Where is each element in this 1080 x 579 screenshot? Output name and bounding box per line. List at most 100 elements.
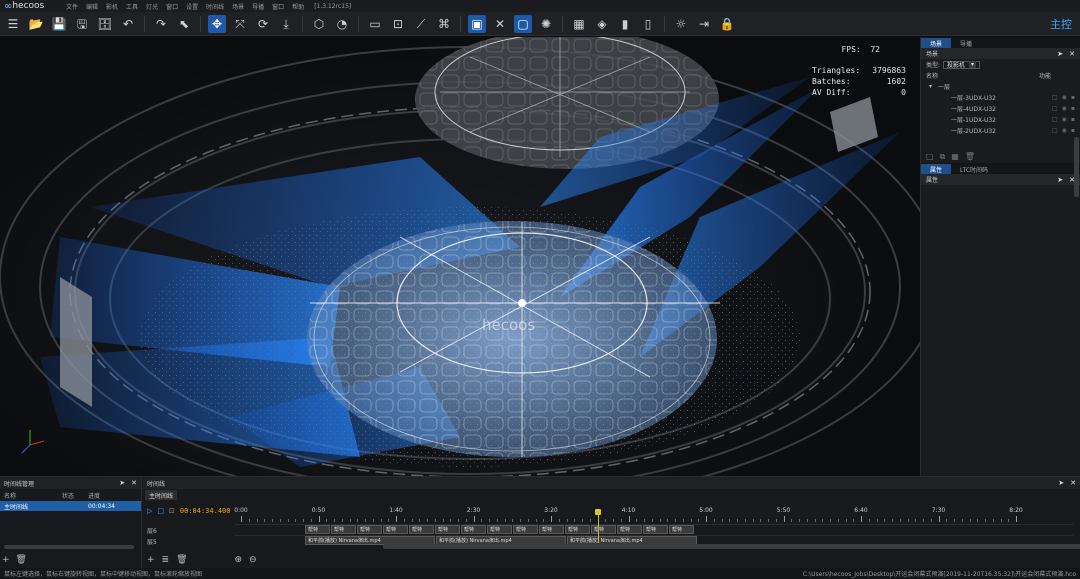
timeline-clip[interactable]: 帮特 — [617, 525, 642, 534]
sun-icon[interactable]: ☼ — [672, 15, 690, 33]
pin-icon[interactable]: ➤ — [119, 479, 125, 487]
paint-icon[interactable]: ◈ — [593, 15, 611, 33]
redo-icon[interactable]: ↷ — [152, 15, 170, 33]
undo-icon[interactable]: ↶ — [119, 15, 137, 33]
list-item[interactable]: 一层-2UDX-U32 □ ◉ ▪ — [921, 125, 1080, 136]
cross-icon[interactable]: ✕ — [491, 15, 509, 33]
menu-item[interactable]: 时间线 — [202, 2, 228, 11]
timeline-clip[interactable]: 帮特 — [487, 525, 512, 534]
tag-icon[interactable]: ⌘ — [435, 15, 453, 33]
tab-main-timeline[interactable]: 主时间线 — [145, 490, 178, 500]
delete-icon[interactable]: 🗑 — [16, 555, 27, 565]
add-icon[interactable]: + — [2, 555, 10, 565]
list-item[interactable]: 一层-3UDX-U32 □ ◉ ▪ — [921, 92, 1080, 103]
time-ruler[interactable]: 0:00 0:50 1:40 2:30 3:20 4:10 5:00 5:50 6:40 7:30… — [234, 507, 1073, 523]
timeline-scrollbar[interactable] — [383, 544, 1080, 549]
list-item[interactable]: 一层-4UDX-U32 □ ◉ ▪ — [921, 103, 1080, 114]
menu-item[interactable]: 场景 — [228, 2, 248, 11]
tab-scene[interactable]: 场景 — [921, 38, 952, 48]
table-row[interactable]: 主时间线 00:04:34 — [0, 501, 141, 511]
lock-icon[interactable]: 🔒 — [718, 15, 736, 33]
open-folder-icon[interactable]: 📂 — [27, 15, 45, 33]
copy-icon[interactable]: ⧉ — [940, 152, 946, 162]
track-row-6[interactable]: 帮特 帮特 帮特 帮特 帮特 帮特 帮特 帮特 帮特 帮特 帮特 帮特 帮特 帮特 帮特 — [235, 524, 1073, 534]
cube-icon[interactable]: ⬡ — [310, 15, 328, 33]
menu-item[interactable]: 导播 — [248, 2, 268, 11]
tab-properties[interactable]: 属性 — [921, 164, 952, 174]
timeline-clip[interactable]: 帮特 — [591, 525, 616, 534]
menu-item[interactable]: 编辑 — [82, 2, 102, 11]
save-as-icon[interactable]: 🖫 — [73, 15, 91, 33]
save-icon[interactable]: 💾 — [50, 15, 68, 33]
eye-icon[interactable]: ◉ — [1062, 105, 1067, 112]
eye-icon[interactable]: ◉ — [1062, 127, 1067, 134]
stop-icon[interactable]: □ — [157, 507, 164, 515]
pin-icon[interactable]: ➤ — [1057, 50, 1063, 58]
timeline-clip[interactable]: 帮特 — [539, 525, 564, 534]
timeline-clip[interactable]: 帮特 — [357, 525, 382, 534]
grid-icon[interactable]: ▦ — [570, 15, 588, 33]
add-icon[interactable]: □ — [926, 152, 934, 161]
menu-icon[interactable]: ☰ — [4, 15, 22, 33]
3d-viewport[interactable]: hecoos FPS: 72 Triangles: 3796863 Batches… — [0, 37, 920, 476]
list-item[interactable]: 一层-1UDX-U32 □ ◉ ▪ — [921, 114, 1080, 125]
menu-item[interactable]: 窗口 — [162, 2, 182, 11]
add-icon[interactable]: + — [147, 555, 155, 565]
menu-item[interactable]: 文件 — [62, 2, 82, 11]
lock-icon[interactable]: ▪ — [1071, 94, 1075, 101]
menu-item[interactable]: 帮助 — [288, 2, 308, 11]
eye-icon[interactable]: ◉ — [1062, 94, 1067, 101]
transform-icon[interactable]: ⤧ — [231, 15, 249, 33]
lock-icon[interactable]: ⊡ — [169, 507, 175, 515]
checkbox-icon[interactable]: □ — [1052, 127, 1058, 134]
pin-icon[interactable]: ➤ — [1057, 176, 1063, 184]
timeline-clip[interactable]: 帮特 — [461, 525, 486, 534]
menu-item[interactable]: 影机 — [102, 2, 122, 11]
select-icon[interactable]: ⬉ — [175, 15, 193, 33]
frame-icon[interactable]: ▣ — [468, 14, 486, 33]
import-icon[interactable]: ⤓ — [277, 15, 295, 33]
vr-icon[interactable]: ▭ — [366, 15, 384, 33]
ruler-icon[interactable]: ⟋ — [412, 15, 430, 33]
focus-icon[interactable]: ⊡ — [389, 15, 407, 33]
checkbox-icon[interactable]: □ — [1052, 94, 1058, 101]
delete-icon[interactable]: 🗑 — [176, 555, 187, 565]
rotate-icon[interactable]: ⟳ — [254, 15, 272, 33]
tree-scrollbar[interactable] — [1074, 137, 1079, 197]
timeline-clip[interactable]: 帮特 — [513, 525, 538, 534]
zoom-in-icon[interactable]: ⊕ — [235, 555, 243, 565]
mode-button[interactable]: 主控 — [1048, 14, 1074, 34]
close-icon[interactable]: ✕ — [1069, 50, 1075, 58]
menu-item[interactable]: 设置 — [182, 2, 202, 11]
timeline-clip[interactable]: 帮特 — [669, 525, 694, 534]
light-icon[interactable]: ✺ — [537, 15, 555, 33]
media-icon[interactable]: ▯ — [639, 15, 657, 33]
lock-icon[interactable]: ▪ — [1071, 127, 1075, 134]
playhead[interactable] — [597, 511, 599, 543]
tab-ltc[interactable]: LTC时间码 — [951, 164, 997, 174]
list-icon[interactable]: ▦ — [951, 152, 959, 161]
tab-director[interactable]: 导播 — [951, 38, 981, 48]
timeline-clip[interactable]: 帮特 — [409, 525, 434, 534]
close-icon[interactable]: ✕ — [131, 479, 137, 487]
screen-icon[interactable]: ▢ — [514, 14, 532, 33]
checkbox-icon[interactable]: □ — [1052, 105, 1058, 112]
layers-icon[interactable]: ≣ — [162, 555, 170, 565]
type-select[interactable]: 投影机 ▾ — [943, 60, 981, 69]
menu-item[interactable]: 工具 — [122, 2, 142, 11]
timeline-clip[interactable]: 帮特 — [331, 525, 356, 534]
video-icon[interactable]: ▮ — [616, 15, 634, 33]
checkbox-icon[interactable]: □ — [1052, 116, 1058, 123]
projector-icon[interactable]: ◔ — [333, 15, 351, 33]
timeline-clip[interactable]: 帮特 — [435, 525, 460, 534]
close-icon[interactable]: ✕ — [1070, 479, 1076, 487]
move-icon[interactable]: ✥ — [208, 14, 226, 33]
lock-icon[interactable]: ▪ — [1071, 116, 1075, 123]
delete-icon[interactable]: 🗑 — [965, 152, 975, 161]
lock-icon[interactable]: ▪ — [1071, 105, 1075, 112]
timeline-clip[interactable]: 帮特 — [643, 525, 668, 534]
eye-icon[interactable]: ◉ — [1062, 116, 1067, 123]
play-icon[interactable]: ▷ — [147, 507, 152, 515]
tree-root[interactable]: ▾ 一层 — [921, 81, 1080, 92]
menu-item[interactable]: 灯光 — [142, 2, 162, 11]
